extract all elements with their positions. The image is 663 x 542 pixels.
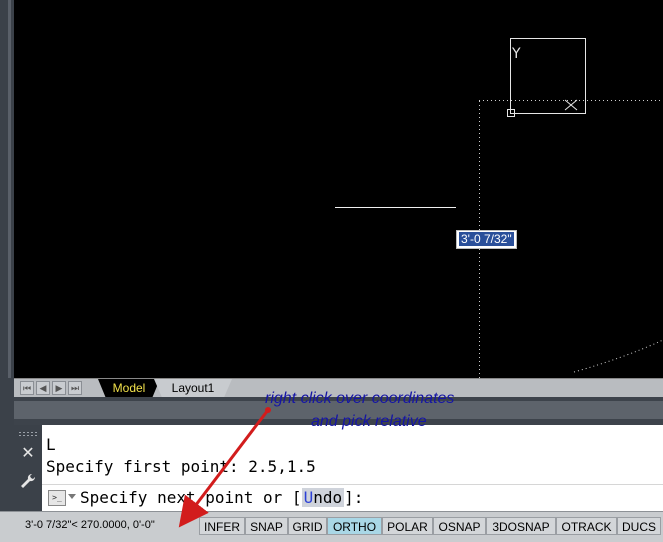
next-tab-button[interactable]: ▶	[52, 381, 66, 395]
undo-keyword-key: U	[303, 488, 314, 507]
tab-layout1[interactable]: Layout1	[154, 379, 232, 397]
grip-handle-icon[interactable]	[18, 431, 38, 437]
undo-keyword-rest: ndo	[313, 488, 343, 507]
undo-keyword-option[interactable]: Undo	[301, 488, 345, 507]
prompt-after: ]:	[344, 488, 364, 507]
prev-tab-button[interactable]: ◀	[36, 381, 50, 395]
annotation-line-1: right click over coordinates	[265, 390, 455, 407]
left-window-border	[0, 0, 14, 541]
command-prompt-icon[interactable]: >_	[48, 490, 66, 506]
ducs-toggle[interactable]: DUCS	[617, 517, 661, 535]
ucs-y-label: Y	[511, 46, 521, 62]
chevron-down-icon[interactable]	[68, 494, 76, 499]
dynamic-input-tooltip[interactable]: 3'-0 7/32"	[456, 230, 517, 249]
command-prompt-text: Specify next point or [Undo]:	[80, 487, 363, 509]
first-tab-button[interactable]: ⏮	[20, 381, 34, 395]
status-bar: 3'-0 7/32"< 270.0000, 0'-0" INFER SNAP G…	[0, 511, 663, 542]
polar-toggle[interactable]: POLAR	[382, 517, 433, 535]
ortho-toggle[interactable]: ORTHO	[327, 517, 382, 535]
command-input[interactable]: >_ Specify next point or [Undo]:	[42, 484, 663, 512]
wrench-icon[interactable]	[19, 472, 37, 490]
command-history-line: Specify first point: 2.5,1.5	[46, 457, 316, 476]
osnap-toggle[interactable]: OSNAP	[433, 517, 486, 535]
close-icon[interactable]: ✕	[20, 445, 36, 461]
extent-dotted-arc	[573, 339, 663, 373]
last-tab-button[interactable]: ⏭	[68, 381, 82, 395]
command-line-window: ✕ L Specify first point: 2.5,1.5 >_ Spec…	[14, 425, 663, 512]
drawing-viewport[interactable]: Y 3'-0 7/32"	[14, 0, 663, 378]
dynamic-input-value[interactable]: 3'-0 7/32"	[459, 232, 514, 246]
prompt-before: Specify next point or [	[80, 488, 302, 507]
command-line-side-panel: ✕	[14, 425, 42, 511]
3dosnap-toggle[interactable]: 3DOSNAP	[486, 517, 556, 535]
coordinate-display[interactable]: 3'-0 7/32"< 270.0000, 0'-0"	[25, 519, 155, 531]
tab-model[interactable]: Model	[98, 379, 160, 397]
grid-toggle[interactable]: GRID	[288, 517, 327, 535]
annotation-line-2: and pick relative	[311, 413, 427, 430]
snap-toggle[interactable]: SNAP	[245, 517, 288, 535]
otrack-toggle[interactable]: OTRACK	[556, 517, 617, 535]
command-history-line: L	[46, 435, 56, 454]
infer-toggle[interactable]: INFER	[199, 517, 245, 535]
drawing-canvas[interactable]: Y	[14, 0, 663, 378]
